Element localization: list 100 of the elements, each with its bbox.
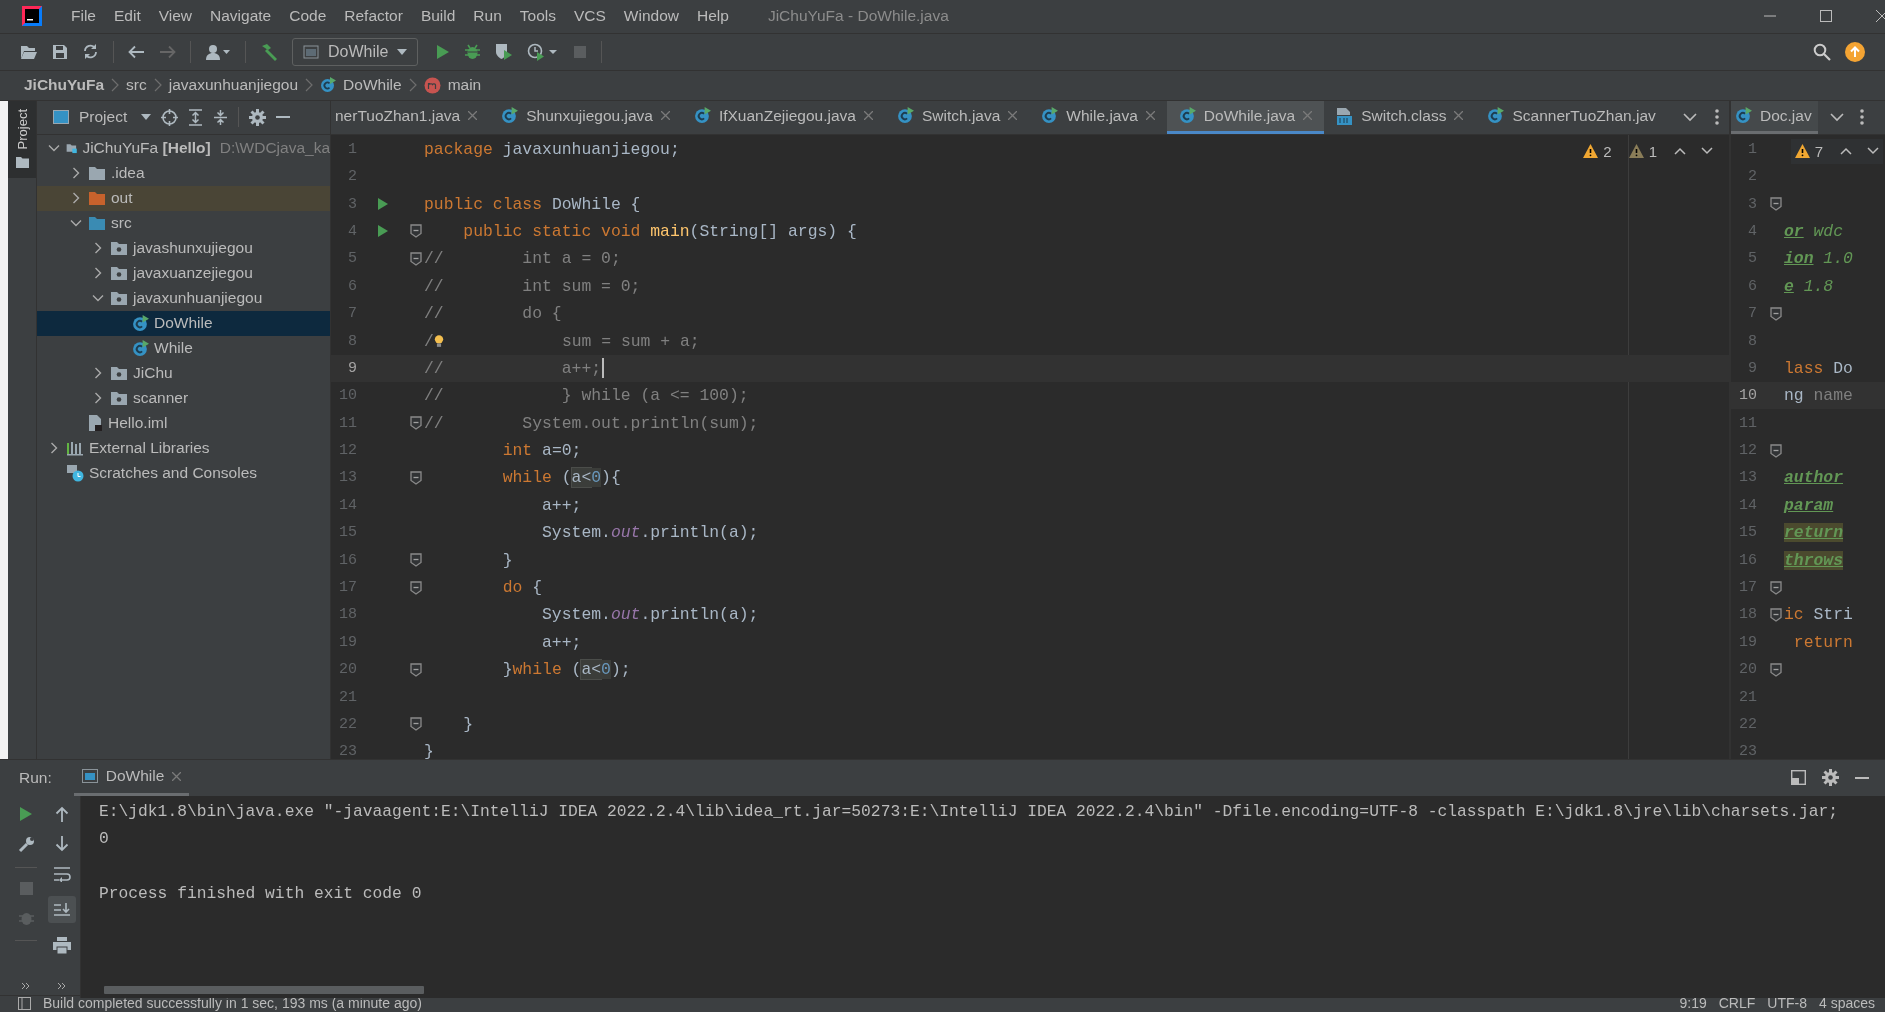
menu-item[interactable]: Edit	[105, 7, 150, 26]
line-separator[interactable]: CRLF	[1718, 995, 1756, 1012]
editor-tab[interactable]: Switch.class	[1324, 100, 1476, 134]
fold-icon[interactable]	[409, 662, 422, 677]
breadcrumb[interactable]: src	[126, 76, 147, 95]
fold-icon[interactable]	[409, 251, 422, 266]
close-icon[interactable]	[172, 771, 182, 781]
menu-item[interactable]: Refactor	[335, 7, 412, 26]
horizontal-scrollbar[interactable]	[104, 985, 424, 994]
breadcrumb[interactable]: DoWhile	[343, 76, 402, 95]
fold-icon[interactable]	[409, 416, 422, 431]
run-icon[interactable]	[377, 197, 389, 212]
more-options-icon[interactable]	[1859, 109, 1864, 126]
coverage-shield-icon[interactable]	[495, 43, 514, 61]
tab-list-chevron-icon[interactable]	[1683, 112, 1697, 122]
menu-item[interactable]: VCS	[564, 7, 615, 26]
tab-list-chevron-icon[interactable]	[1829, 112, 1844, 122]
close-icon[interactable]	[660, 111, 670, 121]
up-arrow-icon[interactable]	[55, 805, 69, 822]
tree-item[interactable]: JiChu	[37, 360, 330, 386]
warning-icon[interactable]	[1794, 144, 1810, 159]
project-tool-tab[interactable]: Project	[8, 100, 36, 179]
tree-item[interactable]: scanner	[37, 385, 330, 411]
print-icon[interactable]	[53, 936, 71, 954]
close-icon[interactable]	[1454, 111, 1464, 121]
tree-item[interactable]: javaxuanzejiegou	[37, 260, 330, 286]
double-chevron-icon[interactable]	[21, 981, 31, 990]
tree-item[interactable]: Hello.iml	[37, 410, 330, 436]
indent-setting[interactable]: 4 spaces	[1818, 995, 1875, 1012]
wrench-icon[interactable]	[17, 835, 35, 853]
minimize-icon[interactable]	[276, 115, 291, 120]
settings-icon[interactable]	[1822, 769, 1839, 787]
collapse-all-icon[interactable]	[213, 108, 229, 126]
fold-icon[interactable]	[1769, 662, 1782, 677]
menu-item[interactable]: Run	[464, 7, 511, 26]
fold-icon[interactable]	[409, 580, 422, 595]
menu-item[interactable]: Build	[411, 7, 465, 26]
menu-item[interactable]: Navigate	[201, 7, 281, 26]
tree-item[interactable]: javaxunhuanjiegou	[37, 285, 330, 311]
caret-icon[interactable]	[141, 114, 152, 121]
tree-item[interactable]: DoWhile	[37, 310, 330, 336]
editor-tab[interactable]: Shunxujiegou.java	[489, 100, 682, 134]
editor-tab[interactable]: nerTuoZhan1.java	[331, 100, 490, 134]
fold-icon[interactable]	[409, 470, 422, 485]
warning-icon[interactable]	[1628, 144, 1644, 159]
editor-tab[interactable]: While.java	[1029, 100, 1167, 134]
save-icon[interactable]	[52, 43, 68, 60]
scroll-to-end-button[interactable]	[48, 895, 76, 923]
close-icon[interactable]	[468, 111, 478, 121]
caret-position[interactable]: 9:19	[1679, 995, 1707, 1012]
user-dropdown-icon[interactable]	[205, 43, 231, 60]
tree-item[interactable]: out	[37, 185, 330, 211]
tree-item[interactable]: .idea	[37, 160, 330, 186]
run-icon[interactable]	[377, 224, 389, 239]
panel-title[interactable]: Project	[79, 108, 128, 127]
double-chevron-icon[interactable]	[57, 981, 67, 990]
fold-icon[interactable]	[1769, 580, 1782, 595]
lightbulb-icon[interactable]	[433, 332, 444, 350]
fold-icon[interactable]	[1769, 443, 1782, 458]
profiler-dropdown-icon[interactable]	[527, 42, 560, 61]
close-icon[interactable]	[863, 111, 873, 121]
tree-item[interactable]: Scratches and Consoles	[37, 460, 330, 486]
fold-icon[interactable]	[409, 553, 422, 568]
update-icon[interactable]	[1845, 41, 1865, 62]
menu-item[interactable]: Window	[614, 7, 688, 26]
tree-item[interactable]: JiChuYuFa [Hello] D:\WDCjava_ka	[37, 135, 330, 161]
file-encoding[interactable]: UTF-8	[1767, 995, 1807, 1012]
run-configuration-dropdown[interactable]: DoWhile	[292, 37, 419, 66]
fold-icon[interactable]	[409, 717, 422, 732]
layout-icon[interactable]	[1791, 770, 1806, 786]
breadcrumb[interactable]: javaxunhuanjiegou	[168, 76, 299, 95]
fold-icon[interactable]	[1769, 197, 1782, 212]
fold-icon[interactable]	[409, 224, 422, 239]
hammer-icon[interactable]	[260, 42, 278, 61]
editor-tab[interactable]: DoWhile.java	[1166, 100, 1325, 134]
menu-item[interactable]: View	[149, 7, 202, 26]
tree-item[interactable]: While	[37, 335, 330, 361]
panel-toggle-icon[interactable]	[18, 997, 31, 1011]
menu-item[interactable]: File	[62, 7, 105, 26]
minimize-icon[interactable]	[1855, 775, 1869, 780]
crosshair-icon[interactable]	[161, 108, 179, 126]
expand-all-icon[interactable]	[188, 108, 204, 126]
editor-tab[interactable]: IfXuanZejiegou.java	[681, 100, 885, 134]
soft-wrap-icon[interactable]	[53, 865, 71, 882]
fold-icon[interactable]	[1769, 306, 1782, 321]
rerun-icon[interactable]	[19, 805, 33, 822]
menu-item[interactable]: Help	[688, 7, 738, 26]
tree-item[interactable]: External Libraries	[37, 435, 330, 461]
warning-icon[interactable]	[1583, 144, 1599, 159]
breadcrumb[interactable]: main	[447, 76, 482, 95]
tree-item[interactable]: src	[37, 210, 330, 236]
tree-item[interactable]: javashunxujiegou	[37, 235, 330, 261]
editor-tab[interactable]: Switch.java	[884, 100, 1030, 134]
back-arrow-icon[interactable]	[128, 44, 145, 59]
more-options-icon[interactable]	[1715, 109, 1719, 126]
down-arrow-icon[interactable]	[55, 835, 69, 852]
editor-tab[interactable]: Doc.jav	[1731, 100, 1818, 134]
refresh-icon[interactable]	[82, 43, 99, 61]
maximize-icon[interactable]	[1819, 9, 1833, 24]
close-icon[interactable]	[1875, 9, 1885, 24]
